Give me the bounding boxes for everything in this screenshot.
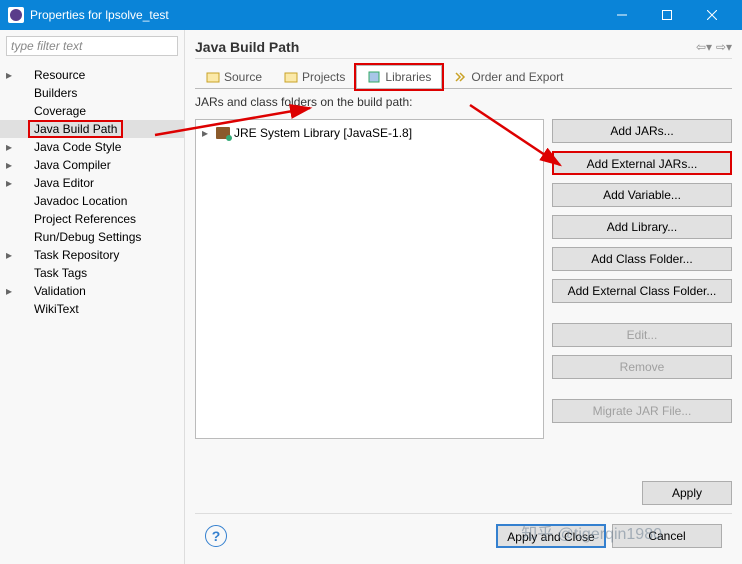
- sidebar-item-label: Project References: [32, 211, 138, 227]
- tab-label: Source: [224, 70, 262, 84]
- button-column: Add JARs... Add External JARs... Add Var…: [552, 119, 732, 473]
- chevron-right-icon[interactable]: ▸: [4, 160, 14, 170]
- sidebar: ▸ Resource Builders Coverage Java Build Path…: [0, 30, 185, 564]
- sidebar-item-label: Run/Debug Settings: [32, 229, 143, 245]
- sidebar-item-java-build-path[interactable]: Java Build Path: [0, 120, 184, 138]
- tree-item-jre[interactable]: ▸ JRE System Library [JavaSE-1.8]: [200, 124, 539, 142]
- chevron-right-icon[interactable]: ▸: [4, 286, 14, 296]
- chevron-right-icon[interactable]: ▸: [4, 142, 14, 152]
- sidebar-item-label: Java Compiler: [32, 157, 113, 173]
- tab-label: Projects: [302, 70, 345, 84]
- chevron-right-icon[interactable]: ▸: [202, 126, 212, 140]
- tab-source[interactable]: Source: [195, 65, 273, 88]
- sidebar-item-wikitext[interactable]: WikiText: [0, 300, 184, 318]
- library-icon: [216, 127, 230, 139]
- window-controls: [599, 0, 734, 30]
- sidebar-item-label: Javadoc Location: [32, 193, 129, 209]
- sidebar-item-coverage[interactable]: Coverage: [0, 102, 184, 120]
- window-title: Properties for lpsolve_test: [30, 8, 599, 22]
- sidebar-item-java-compiler[interactable]: ▸ Java Compiler: [0, 156, 184, 174]
- sidebar-item-label: Coverage: [32, 103, 88, 119]
- help-icon[interactable]: ?: [205, 525, 227, 547]
- edit-button[interactable]: Edit...: [552, 323, 732, 347]
- add-class-folder-button[interactable]: Add Class Folder...: [552, 247, 732, 271]
- sidebar-item-project-references[interactable]: Project References: [0, 210, 184, 228]
- add-external-jars-button[interactable]: Add External JARs...: [552, 151, 732, 175]
- tab-libraries[interactable]: Libraries: [356, 65, 442, 88]
- maximize-button[interactable]: [644, 0, 689, 30]
- forward-icon[interactable]: ⇨▾: [716, 39, 732, 55]
- titlebar: Properties for lpsolve_test: [0, 0, 742, 30]
- jar-tree[interactable]: ▸ JRE System Library [JavaSE-1.8]: [195, 119, 544, 439]
- tab-order-and-export[interactable]: Order and Export: [442, 65, 574, 88]
- sidebar-item-label: WikiText: [32, 301, 81, 317]
- sidebar-item-validation[interactable]: ▸ Validation: [0, 282, 184, 300]
- tab-label: Libraries: [385, 70, 431, 84]
- remove-button[interactable]: Remove: [552, 355, 732, 379]
- sidebar-item-label: Validation: [32, 283, 88, 299]
- sidebar-item-task-tags[interactable]: Task Tags: [0, 264, 184, 282]
- sidebar-item-java-code-style[interactable]: ▸ Java Code Style: [0, 138, 184, 156]
- tab-icon: [367, 70, 381, 84]
- close-button[interactable]: [689, 0, 734, 30]
- sidebar-item-label: Java Code Style: [32, 139, 123, 155]
- filter-input[interactable]: [6, 36, 178, 56]
- sidebar-item-label: Java Editor: [32, 175, 96, 191]
- sidebar-item-resource[interactable]: ▸ Resource: [0, 66, 184, 84]
- sidebar-item-label: Builders: [32, 85, 79, 101]
- add-jars-button[interactable]: Add JARs...: [552, 119, 732, 143]
- add-external-class-folder-button[interactable]: Add External Class Folder...: [552, 279, 732, 303]
- apply-button[interactable]: Apply: [642, 481, 732, 505]
- sidebar-item-javadoc-location[interactable]: Javadoc Location: [0, 192, 184, 210]
- nav-icons: ⇦▾ ⇨▾: [696, 39, 732, 55]
- chevron-right-icon[interactable]: ▸: [4, 70, 14, 80]
- main-panel: Java Build Path ⇦▾ ⇨▾ Source Projects Libr…: [185, 30, 742, 564]
- add-library-button[interactable]: Add Library...: [552, 215, 732, 239]
- sidebar-item-task-repository[interactable]: ▸ Task Repository: [0, 246, 184, 264]
- sidebar-item-java-editor[interactable]: ▸ Java Editor: [0, 174, 184, 192]
- migrate-button[interactable]: Migrate JAR File...: [552, 399, 732, 423]
- chevron-right-icon[interactable]: ▸: [4, 178, 14, 188]
- footer: ? Apply and Close Cancel: [195, 513, 732, 558]
- sidebar-item-label: Resource: [32, 67, 87, 83]
- eclipse-icon: [8, 7, 24, 23]
- cancel-button[interactable]: Cancel: [612, 524, 722, 548]
- page-title: Java Build Path: [195, 39, 696, 55]
- tabs: Source Projects Libraries Order and Export: [195, 65, 732, 89]
- tab-label: Order and Export: [471, 70, 563, 84]
- chevron-right-icon[interactable]: ▸: [4, 250, 14, 260]
- sidebar-tree: ▸ Resource Builders Coverage Java Build Path…: [0, 62, 184, 564]
- sidebar-item-builders[interactable]: Builders: [0, 84, 184, 102]
- back-icon[interactable]: ⇦▾: [696, 39, 712, 55]
- sidebar-item-label: Java Build Path: [32, 121, 119, 137]
- tab-icon: [206, 70, 220, 84]
- tab-projects[interactable]: Projects: [273, 65, 356, 88]
- sidebar-item-label: Task Tags: [32, 265, 89, 281]
- apply-and-close-button[interactable]: Apply and Close: [496, 524, 606, 548]
- tab-icon: [453, 70, 467, 84]
- add-variable-button[interactable]: Add Variable...: [552, 183, 732, 207]
- minimize-button[interactable]: [599, 0, 644, 30]
- tree-item-label: JRE System Library [JavaSE-1.8]: [234, 126, 412, 140]
- sidebar-item-run-debug-settings[interactable]: Run/Debug Settings: [0, 228, 184, 246]
- tab-icon: [284, 70, 298, 84]
- jars-label: JARs and class folders on the build path…: [195, 95, 732, 109]
- sidebar-item-label: Task Repository: [32, 247, 121, 263]
